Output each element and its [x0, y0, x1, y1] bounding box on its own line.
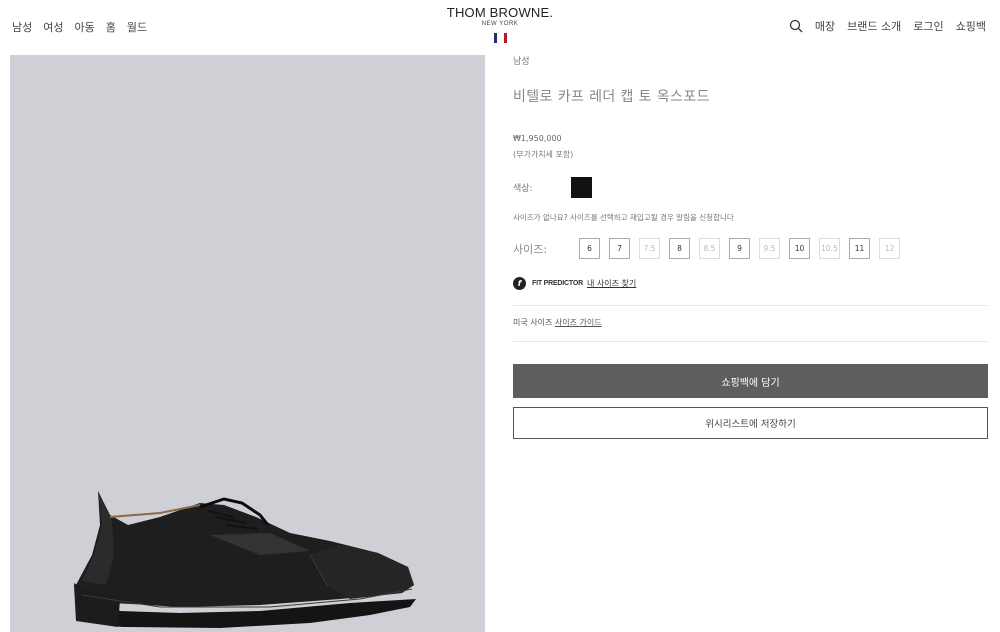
search-icon[interactable]	[789, 19, 803, 33]
size-option-9[interactable]: 9	[729, 238, 750, 259]
color-label: 색상:	[513, 184, 533, 194]
logo-subtitle: NEW YORK	[481, 21, 519, 27]
nav-men[interactable]: 남성	[12, 19, 32, 35]
product-info-panel: 남성 비텔로 카프 레더 캡 토 옥스포드 ₩1,950,000 (부가가치세 …	[513, 52, 988, 439]
divider	[513, 341, 988, 342]
size-guide-link[interactable]: 사이즈 가이드	[555, 318, 602, 327]
nav-kids[interactable]: 아동	[75, 19, 95, 35]
color-swatch-black[interactable]	[571, 177, 592, 198]
product-price: ₩1,950,000	[513, 134, 562, 143]
size-option-7[interactable]: 7	[609, 238, 630, 259]
find-my-size-link[interactable]: 내 사이즈 찾기	[587, 278, 636, 289]
main-nav: 남성 여성 아동 홈 월드	[12, 19, 147, 35]
product-category[interactable]: 남성	[513, 54, 988, 67]
size-options: 6 7 7.5 8 8.5 9 9.5 10 10.5 11 12	[579, 238, 900, 259]
utility-nav: 매장 브랜드 소개 로그인 쇼핑백	[789, 18, 986, 34]
oxford-shoe-image	[74, 491, 416, 628]
size-label: 사이즈:	[513, 242, 548, 256]
nav-world[interactable]: 월드	[127, 19, 147, 35]
nav-stores[interactable]: 매장	[815, 18, 835, 34]
tricolor-flag-icon	[440, 33, 560, 43]
size-guide-prefix: 미국 사이즈	[513, 318, 553, 327]
size-option-10[interactable]: 10	[789, 238, 810, 259]
save-to-wishlist-button[interactable]: 위시리스트에 저장하기	[513, 407, 988, 439]
size-option-11[interactable]: 11	[849, 238, 870, 259]
size-option-8[interactable]: 8	[669, 238, 690, 259]
color-selector: 색상:	[513, 177, 988, 198]
size-option-9-5[interactable]: 9.5	[759, 238, 780, 259]
fit-predictor-icon: f	[513, 277, 526, 290]
size-restock-note: 사이즈가 없나요? 사이즈를 선택하고 재입고될 경우 알림을 신청합니다	[513, 213, 734, 222]
nav-about[interactable]: 브랜드 소개	[847, 18, 901, 34]
site-header: 남성 여성 아동 홈 월드 THOM BROWNE. NEW YORK 매장 브…	[0, 0, 1000, 52]
nav-login[interactable]: 로그인	[913, 18, 943, 34]
size-option-12[interactable]: 12	[879, 238, 900, 259]
product-image[interactable]	[10, 55, 485, 632]
nav-home[interactable]: 홈	[106, 19, 116, 35]
size-option-8-5[interactable]: 8.5	[699, 238, 720, 259]
product-title: 비텔로 카프 레더 캡 토 옥스포드	[513, 89, 710, 105]
size-option-7-5[interactable]: 7.5	[639, 238, 660, 259]
size-guide-row: 미국 사이즈 사이즈 가이드	[513, 306, 988, 341]
fit-predictor-label: FIT PREDICTOR	[532, 280, 583, 287]
brand-logo[interactable]: THOM BROWNE. NEW YORK	[440, 6, 560, 43]
fit-predictor: f FIT PREDICTOR 내 사이즈 찾기	[513, 277, 988, 290]
size-option-6[interactable]: 6	[579, 238, 600, 259]
size-option-10-5[interactable]: 10.5	[819, 238, 840, 259]
nav-women[interactable]: 여성	[43, 19, 63, 35]
vat-note: (부가가치세 포함)	[513, 150, 574, 159]
size-selector: 사이즈: 6 7 7.5 8 8.5 9 9.5 10 10.5 11 12	[513, 238, 988, 259]
nav-shopping-bag[interactable]: 쇼핑백	[956, 18, 986, 34]
logo-wordmark: THOM BROWNE.	[446, 5, 554, 20]
add-to-bag-button[interactable]: 쇼핑백에 담기	[513, 364, 988, 398]
